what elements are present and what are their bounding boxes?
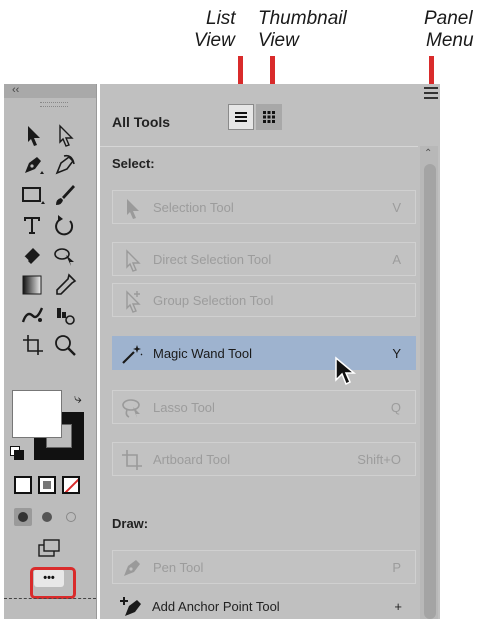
- tool-row-label: Lasso Tool: [153, 400, 215, 415]
- tool-row-label: Direct Selection Tool: [153, 252, 272, 267]
- panel-menu-callout: Panel Menu: [424, 8, 474, 52]
- shape-builder-tool-icon[interactable]: [52, 242, 78, 268]
- tool-row-direct-selection[interactable]: Direct Selection Tool A: [112, 242, 416, 276]
- tool-row-label: Artboard Tool: [153, 452, 231, 467]
- zoom-tool-icon[interactable]: [52, 332, 78, 358]
- scroll-up-icon[interactable]: ⌃: [424, 148, 432, 159]
- tool-row-label: Magic Wand Tool: [153, 346, 252, 361]
- magic-wand-tool-row-icon: [119, 341, 145, 367]
- rotate-tool-icon[interactable]: [52, 212, 78, 238]
- tool-row-shortcut: Shift+O: [357, 452, 401, 467]
- group-selection-tool-row-icon: [119, 288, 145, 314]
- artboard-tool-icon[interactable]: [20, 332, 46, 358]
- tool-row-magic-wand[interactable]: Magic Wand Tool Y: [112, 336, 416, 370]
- eyedropper-tool-icon[interactable]: [52, 272, 78, 298]
- tool-row-label: Selection Tool: [153, 200, 234, 215]
- toolbar-cut-edge: [4, 598, 96, 599]
- lasso-tool-row-icon: [119, 395, 145, 421]
- tool-row-selection[interactable]: Selection Tool V: [112, 190, 416, 224]
- column-graph-tool-icon[interactable]: [52, 302, 78, 328]
- none-mode-button[interactable]: [62, 476, 80, 494]
- draw-behind-icon[interactable]: [38, 508, 56, 526]
- paintbrush-tool-icon[interactable]: [52, 182, 78, 208]
- tool-row-group-selection[interactable]: Group Selection Tool: [112, 283, 416, 317]
- panel-title: All Tools: [112, 114, 171, 130]
- default-fill-stroke-icon[interactable]: [10, 446, 24, 460]
- collapse-icon[interactable]: ‹‹: [12, 84, 19, 97]
- panel-menu-callout-line2: Menu: [426, 30, 474, 51]
- list-view-callout-line2: View: [194, 30, 235, 51]
- selection-tool-row-icon: [119, 195, 145, 221]
- tool-row-label: Group Selection Tool: [153, 293, 274, 308]
- tool-row-label: Pen Tool: [153, 560, 204, 575]
- toolbar-grip[interactable]: [40, 102, 68, 107]
- tool-row-artboard[interactable]: Artboard Tool Shift+O: [112, 442, 416, 476]
- tool-row-shortcut: P: [392, 560, 401, 575]
- draw-inside-icon[interactable]: [62, 508, 80, 526]
- add-anchor-point-tool-row-icon: [118, 594, 144, 620]
- thumbnail-view-callout-line2: View: [258, 30, 299, 51]
- swap-fill-stroke-icon[interactable]: ⤷: [74, 390, 82, 407]
- pen-tool-icon[interactable]: [20, 152, 46, 178]
- draw-normal-icon[interactable]: [14, 508, 32, 526]
- tool-row-shortcut: Q: [390, 400, 401, 415]
- panel-scrollbar-thumb[interactable]: [424, 164, 436, 619]
- screen-mode-icon[interactable]: [36, 536, 62, 562]
- direct-selection-tool-row-icon: [119, 247, 145, 273]
- artboard-tool-row-icon: [119, 447, 145, 473]
- pen-tool-row-icon: [119, 555, 145, 581]
- fill-swatch[interactable]: [12, 390, 62, 438]
- color-mode-button[interactable]: [14, 476, 32, 494]
- list-view-callout: List View: [194, 8, 236, 52]
- more-button-highlight: [30, 567, 76, 599]
- thumbnail-view-callout-line1: Thumbnail: [258, 8, 347, 29]
- section-select: Select:: [112, 156, 155, 171]
- mouse-cursor-icon: [335, 356, 357, 386]
- all-tools-panel: All Tools Select: Selection Tool V Direc…: [100, 84, 440, 619]
- tool-row-label: Add Anchor Point Tool: [152, 599, 280, 614]
- list-view-callout-line1: List: [206, 8, 236, 29]
- symbol-sprayer-tool-icon[interactable]: [20, 302, 46, 328]
- eraser-tool-icon[interactable]: [20, 242, 46, 268]
- tool-row-shortcut: +: [394, 599, 402, 614]
- thumbnail-view-callout: Thumbnail View: [258, 8, 347, 52]
- view-buttons-area: [226, 103, 288, 133]
- panel-menu-icon[interactable]: [424, 86, 438, 99]
- selection-tool-icon[interactable]: [20, 122, 46, 148]
- tool-row-shortcut: Y: [392, 346, 401, 361]
- panel-menu-callout-line1: Panel: [424, 8, 473, 29]
- tool-row-shortcut: A: [392, 252, 401, 267]
- direct-selection-tool-icon[interactable]: [52, 122, 78, 148]
- tool-row-pen[interactable]: Pen Tool P: [112, 550, 416, 584]
- tools-toolbar: ‹‹ ⤷ •••: [4, 84, 97, 619]
- panel-menu-pointer: [429, 56, 434, 86]
- tool-row-shortcut: V: [392, 200, 401, 215]
- type-tool-icon[interactable]: [20, 212, 46, 238]
- tool-row-lasso[interactable]: Lasso Tool Q: [112, 390, 416, 424]
- rectangle-tool-icon[interactable]: [20, 182, 46, 208]
- gradient-mode-button[interactable]: [38, 476, 56, 494]
- section-draw: Draw:: [112, 516, 149, 531]
- header-divider: [100, 146, 418, 147]
- toolbar-title-bar[interactable]: ‹‹: [4, 84, 96, 98]
- gradient-tool-icon[interactable]: [20, 272, 46, 298]
- curvature-tool-icon[interactable]: [52, 152, 78, 178]
